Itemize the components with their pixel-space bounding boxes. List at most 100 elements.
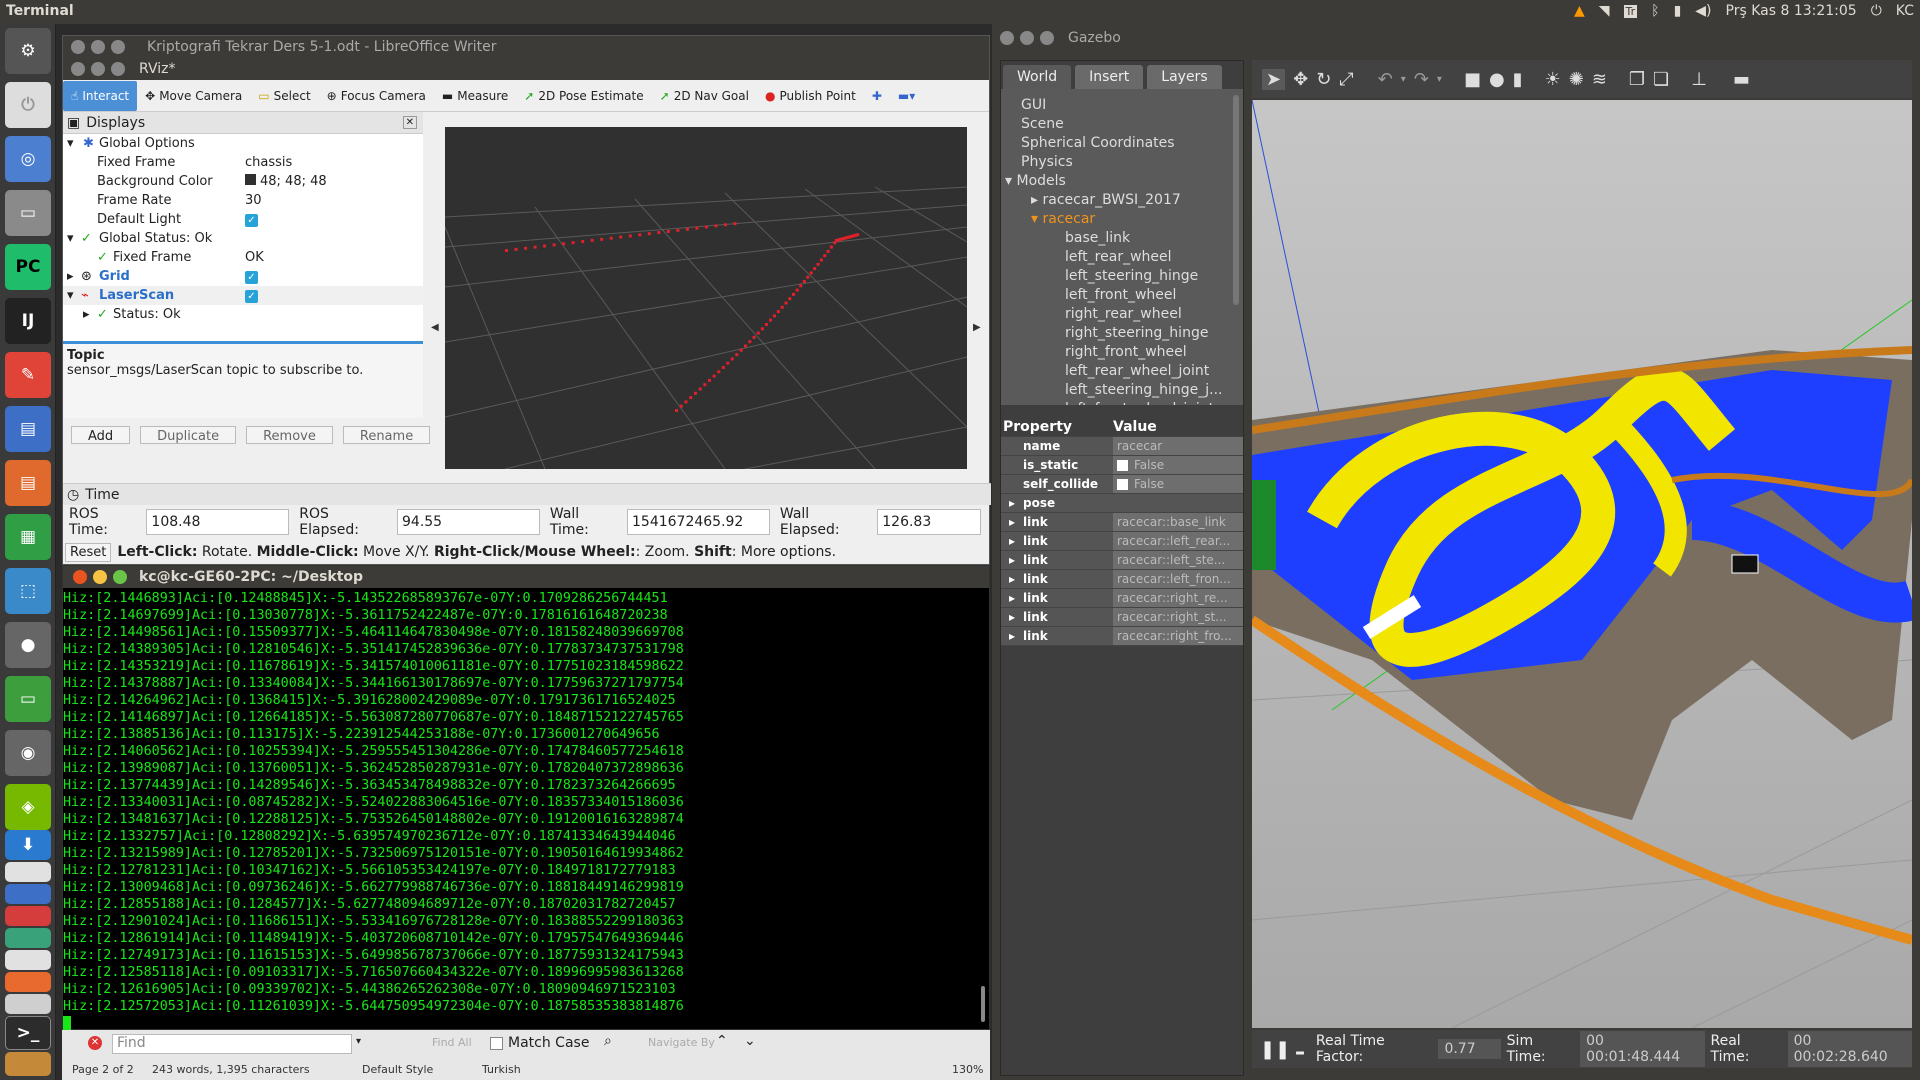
status-fixed-frame-row[interactable]: ✓ Fixed Frame OK [63, 248, 423, 267]
expand-down-icon[interactable]: ▾ [67, 231, 74, 246]
terminal-output[interactable]: Hiz:[2.1446893]Aci:[0.12488845]X:-5.1435… [63, 588, 989, 1032]
minimize-icon[interactable] [1020, 31, 1034, 45]
undo-icon[interactable]: ↶ [1378, 69, 1393, 90]
pdf-viewer-icon[interactable]: ✎ [5, 352, 51, 398]
minimize-icon[interactable] [91, 62, 105, 76]
toolbar-menu-icon[interactable]: ▬ [1733, 69, 1750, 90]
tree-models[interactable]: ▾ Models [1005, 173, 1066, 192]
volume-icon[interactable]: ◀) [1695, 3, 1711, 19]
find-all-button[interactable]: Find All [432, 1036, 472, 1049]
scale-icon[interactable]: ⤢ [1339, 69, 1353, 90]
chromium-icon[interactable]: ◎ [5, 136, 51, 182]
point-light-icon[interactable]: ☀ [1545, 69, 1561, 90]
expand-right-icon[interactable]: ▸ [67, 269, 74, 284]
collapse-right-icon[interactable]: ▶ [973, 322, 981, 333]
pose-estimate-tool-button[interactable]: ➚ 2D Pose Estimate [516, 81, 651, 111]
directional-light-icon[interactable]: ≋ [1592, 69, 1607, 90]
match-case-checkbox[interactable] [490, 1037, 503, 1050]
paste-icon[interactable]: ❏ [1653, 69, 1669, 90]
tree-physics[interactable]: Physics [1021, 154, 1073, 173]
tree-link[interactable]: right_rear_wheel [1065, 306, 1182, 325]
gazebo-3d-view[interactable] [1252, 100, 1912, 1028]
expand-down-icon[interactable]: ▾ [67, 136, 74, 151]
expand-right-icon[interactable]: ▸ [1009, 534, 1015, 548]
add-tool-button[interactable]: ✚ [864, 81, 890, 111]
expand-right-icon[interactable]: ▸ [83, 307, 90, 322]
impress-icon[interactable]: ▤ [5, 460, 51, 506]
monitor-icon[interactable]: ▭ [5, 676, 51, 722]
expand-down-icon[interactable]: ▾ [67, 288, 74, 303]
wifi-icon[interactable]: ◥ [1599, 3, 1610, 19]
calc-icon[interactable]: ▦ [5, 514, 51, 560]
pycharm-icon[interactable]: PC [5, 244, 51, 290]
redo-icon[interactable]: ↷ [1414, 69, 1429, 90]
property-row[interactable]: ▸ link racecar::right_re... [1001, 589, 1243, 608]
close-icon[interactable] [71, 62, 85, 76]
property-checkbox[interactable] [1117, 459, 1128, 471]
expand-right-icon[interactable]: ▸ [1009, 572, 1015, 586]
tree-link[interactable]: left_front_wheel_joint [1065, 401, 1214, 405]
bluetooth-icon[interactable]: ᛒ [1651, 3, 1659, 19]
global-status-row[interactable]: ▾ ✓ Global Status: Ok [63, 229, 423, 248]
terminal-window[interactable]: kc@kc-GE60-2PC: ~/Desktop Hiz:[2.1446893… [62, 565, 990, 1030]
power-icon[interactable]: ⏻ [1871, 3, 1882, 19]
tree-link[interactable]: left_rear_wheel_joint [1065, 363, 1209, 382]
property-row[interactable]: is_static False [1001, 456, 1243, 475]
tree-link[interactable]: left_steering_hinge [1065, 268, 1198, 287]
default-light-checkbox[interactable]: ✓ [245, 214, 258, 227]
terminal-icon[interactable]: >_ [5, 1016, 51, 1050]
tree-link[interactable]: left_rear_wheel [1065, 249, 1172, 268]
expand-right-icon[interactable]: ▸ [1009, 629, 1015, 643]
tree-link[interactable]: base_link [1065, 230, 1130, 249]
ros-time-field[interactable]: 108.48 [146, 509, 290, 535]
archive-icon[interactable] [5, 1052, 51, 1076]
color-swatch[interactable] [245, 174, 256, 185]
disk-icon[interactable]: ◉ [5, 730, 51, 776]
property-row[interactable]: ▸ link racecar::right_st... [1001, 608, 1243, 627]
tree-link[interactable]: left_front_wheel [1065, 287, 1176, 306]
align-icon[interactable]: ⊥ [1691, 69, 1707, 90]
measure-tool-button[interactable]: ▬ Measure [434, 81, 516, 111]
property-row[interactable]: name racecar [1001, 437, 1243, 456]
stacked-app-6-icon[interactable] [5, 972, 51, 992]
tab-layers[interactable]: Layers [1147, 65, 1222, 89]
laserscan-checkbox[interactable]: ✓ [245, 290, 258, 303]
tool-menu-button[interactable]: ▬▾ [890, 81, 923, 111]
pause-icon[interactable]: ❚❚ [1260, 1039, 1290, 1060]
expand-right-icon[interactable]: ▸ [1009, 591, 1015, 605]
duplicate-button[interactable]: Duplicate [140, 426, 237, 444]
rename-button[interactable]: Rename [342, 426, 431, 444]
vlc-icon[interactable]: ▲ [1574, 3, 1585, 19]
laserscan-status-row[interactable]: ▸ ✓ Status: Ok [63, 305, 423, 324]
redo-dropdown-icon[interactable]: ▾ [1437, 74, 1442, 85]
reset-button[interactable]: Reset [65, 542, 112, 562]
close-findbar-icon[interactable]: ✕ [88, 1036, 102, 1050]
property-row[interactable]: ▸ link racecar::left_rear... [1001, 532, 1243, 551]
tab-world[interactable]: World [1003, 65, 1072, 89]
tree-spherical[interactable]: Spherical Coordinates [1021, 135, 1175, 154]
property-row[interactable]: ▸ link racecar::left_fron... [1001, 570, 1243, 589]
expand-right-icon[interactable]: ▸ [1009, 610, 1015, 624]
blank-app-icon[interactable]: ⏻ [5, 82, 51, 128]
tab-insert[interactable]: Insert [1075, 65, 1144, 89]
stacked-app-5-icon[interactable] [5, 950, 51, 970]
undo-dropdown-icon[interactable]: ▾ [1401, 74, 1406, 85]
find-dropdown-icon[interactable]: ▾ [356, 1036, 361, 1047]
cylinder-shape-icon[interactable]: ▮ [1513, 69, 1523, 90]
expand-right-icon[interactable]: ▸ [1009, 496, 1015, 510]
tree-scrollbar[interactable] [1233, 95, 1239, 305]
minimize-icon[interactable] [91, 40, 105, 54]
close-icon[interactable] [1000, 31, 1014, 45]
maximize-icon[interactable] [111, 40, 125, 54]
background-color-row[interactable]: Background Color 48; 48; 48 [63, 172, 423, 191]
tree-model-racecar[interactable]: ▾ racecar [1031, 211, 1095, 230]
maximize-icon[interactable] [113, 570, 127, 584]
find-previous-icon[interactable]: ⌃ [716, 1033, 728, 1049]
files-icon[interactable]: ▭ [5, 190, 51, 236]
property-row[interactable]: ▸ link racecar::left_ste... [1001, 551, 1243, 570]
software-center-icon[interactable]: ⬚ [5, 568, 51, 614]
select-tool-button[interactable]: ▭ Select [250, 81, 318, 111]
user-name[interactable]: KC [1896, 3, 1914, 19]
step-icon[interactable]: ▂ [1296, 1044, 1304, 1055]
stacked-app-1-icon[interactable] [5, 862, 51, 882]
